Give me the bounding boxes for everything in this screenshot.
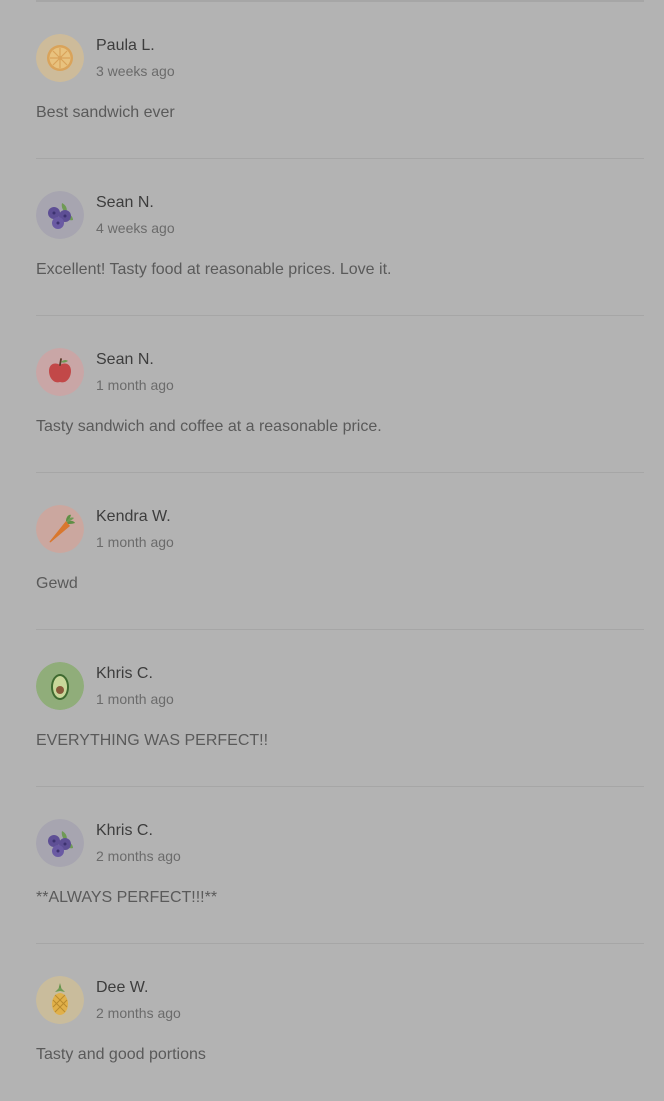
review-time: 3 weeks ago xyxy=(96,63,175,79)
reviewer-name: Sean N. xyxy=(96,351,154,368)
review-text: Best sandwich ever xyxy=(36,104,175,121)
blueberries-icon xyxy=(36,819,84,867)
reviewer-name: Khris C. xyxy=(96,665,153,682)
review-item: Kendra W. 1 month ago Gewd xyxy=(36,473,644,630)
review-item: Khris C. 2 months ago **ALWAYS PERFECT!!… xyxy=(36,787,644,944)
pineapple-icon xyxy=(36,976,84,1024)
blueberries-icon xyxy=(36,191,84,239)
reviewer-name: Kendra W. xyxy=(96,508,171,525)
review-time: 2 months ago xyxy=(96,848,181,864)
review-item: Paula L. 3 weeks ago Best sandwich ever xyxy=(36,2,644,159)
review-time: 1 month ago xyxy=(96,377,174,393)
carrot-icon xyxy=(36,505,84,553)
review-text: Gewd xyxy=(36,575,78,592)
review-text: Tasty sandwich and coffee at a reasonabl… xyxy=(36,418,382,435)
review-time: 2 months ago xyxy=(96,1005,181,1021)
review-time: 4 weeks ago xyxy=(96,220,175,236)
review-text: Tasty and good portions xyxy=(36,1046,206,1063)
review-text: **ALWAYS PERFECT!!!** xyxy=(36,889,218,906)
reviewer-name: Sean N. xyxy=(96,194,154,211)
review-item: Sean N. 1 month ago Tasty sandwich and c… xyxy=(36,316,644,473)
avocado-icon xyxy=(36,662,84,710)
reviewer-name: Paula L. xyxy=(96,37,155,54)
review-item: Khris C. 1 month ago EVERYTHING WAS PERF… xyxy=(36,630,644,787)
review-text: Excellent! Tasty food at reasonable pric… xyxy=(36,261,392,278)
review-item: Dee W. 2 months ago Tasty and good porti… xyxy=(36,944,644,1101)
review-time: 1 month ago xyxy=(96,534,174,550)
review-time: 1 month ago xyxy=(96,691,174,707)
reviewer-name: Khris C. xyxy=(96,822,153,839)
apple-icon xyxy=(36,348,84,396)
orange-slice-icon xyxy=(36,34,84,82)
reviewer-name: Dee W. xyxy=(96,979,149,996)
review-item: Sean N. 4 weeks ago Excellent! Tasty foo… xyxy=(36,159,644,316)
review-text: EVERYTHING WAS PERFECT!! xyxy=(36,732,269,749)
reviews-list: Paula L. 3 weeks ago Best sandwich ever … xyxy=(36,2,644,1101)
